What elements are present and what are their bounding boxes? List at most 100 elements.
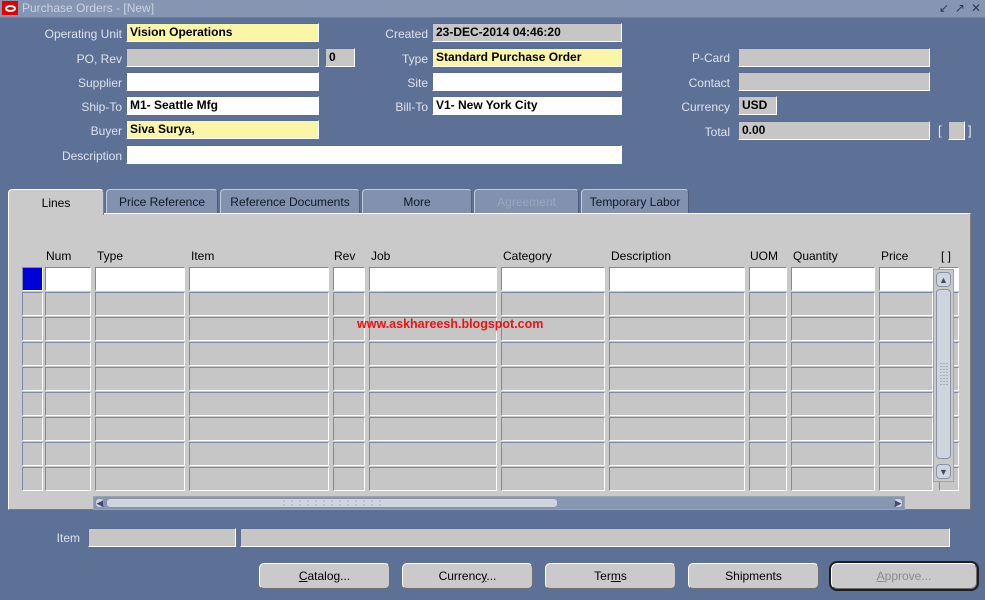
- row-selector[interactable]: [22, 292, 43, 316]
- grid-cell-uom[interactable]: [749, 417, 787, 441]
- grid-cell-job[interactable]: [369, 367, 497, 391]
- grid-cell-uom[interactable]: [749, 267, 787, 291]
- row-selector[interactable]: [22, 442, 43, 466]
- grid-cell-item[interactable]: [189, 467, 329, 491]
- grid-cell-uom[interactable]: [749, 317, 787, 341]
- tab-agreement[interactable]: Agreement: [474, 189, 579, 214]
- grid-cell-item[interactable]: [189, 342, 329, 366]
- grid-cell-quantity[interactable]: [791, 367, 875, 391]
- buyer-field[interactable]: Siva Surya,: [126, 120, 319, 139]
- close-icon[interactable]: ✕: [971, 1, 981, 15]
- grid-cell-job[interactable]: [369, 342, 497, 366]
- grid-cell-uom[interactable]: [749, 392, 787, 416]
- footer-item-field[interactable]: [88, 528, 236, 547]
- row-selector[interactable]: [22, 367, 43, 391]
- grid-cell-category[interactable]: [501, 442, 605, 466]
- grid-cell-item[interactable]: [189, 367, 329, 391]
- grid-cell-quantity[interactable]: [791, 342, 875, 366]
- grid-cell-job[interactable]: [369, 267, 497, 291]
- grid-cell-type[interactable]: [95, 467, 185, 491]
- grid-cell-price[interactable]: [879, 467, 933, 491]
- grid-cell-uom[interactable]: [749, 342, 787, 366]
- grid-cell-description[interactable]: [609, 292, 745, 316]
- scroll-up-icon[interactable]: ▲: [936, 272, 951, 287]
- grid-cell-description[interactable]: [609, 317, 745, 341]
- grid-cell-category[interactable]: [501, 392, 605, 416]
- grid-cell-item[interactable]: [189, 417, 329, 441]
- grid-cell-job[interactable]: [369, 467, 497, 491]
- grid-cell-quantity[interactable]: [791, 392, 875, 416]
- row-selector[interactable]: [22, 467, 43, 491]
- grid-cell-rev[interactable]: [333, 467, 365, 491]
- grid-cell-num[interactable]: [45, 267, 91, 291]
- grid-cell-category[interactable]: [501, 367, 605, 391]
- grid-cell-item[interactable]: [189, 317, 329, 341]
- grid-cell-num[interactable]: [45, 417, 91, 441]
- vertical-scroll-thumb[interactable]: [936, 289, 951, 459]
- scroll-right-icon[interactable]: ▶: [893, 498, 903, 508]
- po-number-field[interactable]: [126, 48, 319, 67]
- site-field[interactable]: [432, 72, 622, 91]
- grid-cell-price[interactable]: [879, 317, 933, 341]
- description-field[interactable]: [126, 145, 622, 164]
- grid-cell-uom[interactable]: [749, 367, 787, 391]
- scroll-down-icon[interactable]: ▼: [936, 464, 951, 479]
- grid-cell-description[interactable]: [609, 342, 745, 366]
- grid-cell-price[interactable]: [879, 417, 933, 441]
- grid-cell-item[interactable]: [189, 267, 329, 291]
- grid-cell-description[interactable]: [609, 442, 745, 466]
- grid-cell-description[interactable]: [609, 392, 745, 416]
- grid-cell-num[interactable]: [45, 342, 91, 366]
- grid-cell-rev[interactable]: [333, 392, 365, 416]
- grid-cell-num[interactable]: [45, 317, 91, 341]
- grid-cell-description[interactable]: [609, 417, 745, 441]
- contact-field[interactable]: [738, 72, 930, 91]
- grid-cell-type[interactable]: [95, 392, 185, 416]
- tab-price-reference[interactable]: Price Reference: [106, 189, 218, 214]
- currency-button[interactable]: Currency...: [402, 563, 533, 589]
- grid-cell-category[interactable]: [501, 292, 605, 316]
- grid-cell-num[interactable]: [45, 367, 91, 391]
- grid-cell-uom[interactable]: [749, 292, 787, 316]
- maximize-icon[interactable]: ↗: [955, 1, 965, 15]
- grid-cell-job[interactable]: [369, 417, 497, 441]
- footer-item-description-field[interactable]: [240, 528, 950, 547]
- tab-reference-documents[interactable]: Reference Documents: [220, 189, 360, 214]
- grid-cell-description[interactable]: [609, 467, 745, 491]
- grid-cell-uom[interactable]: [749, 442, 787, 466]
- row-selector[interactable]: [22, 267, 43, 291]
- grid-cell-rev[interactable]: [333, 292, 365, 316]
- grid-cell-rev[interactable]: [333, 267, 365, 291]
- grid-cell-price[interactable]: [879, 342, 933, 366]
- grid-cell-item[interactable]: [189, 292, 329, 316]
- grid-cell-category[interactable]: [501, 467, 605, 491]
- catalog-button[interactable]: Catalog...: [259, 563, 390, 589]
- grid-cell-type[interactable]: [95, 417, 185, 441]
- grid-cell-price[interactable]: [879, 442, 933, 466]
- grid-cell-type[interactable]: [95, 342, 185, 366]
- grid-cell-description[interactable]: [609, 367, 745, 391]
- total-flex-indicator[interactable]: [948, 121, 965, 140]
- terms-button[interactable]: Terms: [545, 563, 676, 589]
- grid-cell-job[interactable]: [369, 442, 497, 466]
- tab-lines[interactable]: Lines: [8, 189, 104, 215]
- shipments-button[interactable]: Shipments: [688, 563, 819, 589]
- grid-cell-rev[interactable]: [333, 417, 365, 441]
- grid-cell-type[interactable]: [95, 317, 185, 341]
- grid-cell-category[interactable]: [501, 267, 605, 291]
- grid-cell-quantity[interactable]: [791, 417, 875, 441]
- grid-horizontal-scrollbar[interactable]: ◀ ▶: [93, 496, 905, 510]
- grid-cell-num[interactable]: [45, 442, 91, 466]
- grid-cell-rev[interactable]: [333, 367, 365, 391]
- supplier-field[interactable]: [126, 72, 319, 91]
- grid-cell-quantity[interactable]: [791, 267, 875, 291]
- grid-cell-quantity[interactable]: [791, 442, 875, 466]
- grid-cell-type[interactable]: [95, 292, 185, 316]
- grid-cell-category[interactable]: [501, 417, 605, 441]
- grid-cell-description[interactable]: [609, 267, 745, 291]
- grid-cell-type[interactable]: [95, 367, 185, 391]
- grid-vertical-scrollbar[interactable]: ▲ ▼: [933, 269, 954, 482]
- horizontal-scroll-thumb[interactable]: [106, 498, 558, 508]
- grid-cell-item[interactable]: [189, 442, 329, 466]
- operating-unit-field[interactable]: Vision Operations: [126, 23, 319, 42]
